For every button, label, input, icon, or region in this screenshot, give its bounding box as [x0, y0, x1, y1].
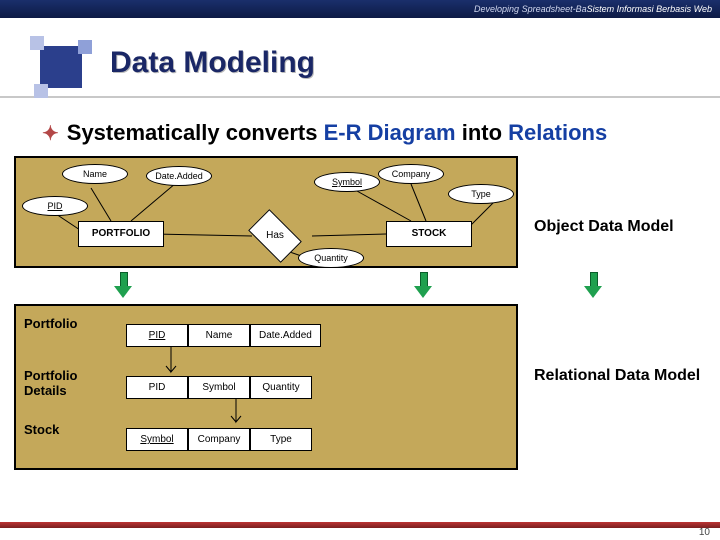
entity-portfolio: PORTFOLIO	[78, 221, 164, 247]
attr-quantity: Quantity	[298, 248, 364, 268]
table-portfolio: PID Name Date.Added	[126, 324, 321, 347]
bullet-er: E-R Diagram	[324, 120, 456, 145]
header-credit: Sistem Informasi Berbasis Web	[587, 4, 712, 14]
col-date-added: Date.Added	[250, 324, 321, 347]
arrow-down-icon	[584, 272, 602, 300]
bullet-rel: Relations	[508, 120, 607, 145]
er-label: Object Data Model	[534, 218, 674, 236]
col-quantity: Quantity	[250, 376, 312, 399]
arrow-down-icon	[414, 272, 432, 300]
bullet-pre: Systematically converts	[67, 120, 324, 145]
table-label-portfolio: Portfolio	[24, 316, 77, 331]
header-ghost: Developing Spreadsheet-Ba	[474, 4, 587, 14]
attr-type: Type	[448, 184, 514, 204]
footer-bar	[0, 522, 720, 528]
relational-label: Relational Data Model	[534, 366, 700, 385]
arrow-down-icon	[114, 272, 132, 300]
table-label-stock: Stock	[24, 422, 59, 437]
bullet-mid: into	[456, 120, 509, 145]
table-label-portfolio-details: Portfolio Details	[24, 368, 77, 398]
col-pid: PID	[126, 324, 188, 347]
attr-date-added: Date.Added	[146, 166, 212, 186]
col-symbol: Symbol	[126, 428, 188, 451]
diagram-zone: Name Date.Added PID Company Symbol Type …	[14, 156, 706, 476]
attr-symbol: Symbol	[314, 172, 380, 192]
attr-company: Company	[378, 164, 444, 184]
attr-pid: PID	[22, 196, 88, 216]
bullet-icon: ✦	[42, 121, 59, 146]
table-stock: Symbol Company Type	[126, 428, 312, 451]
entity-stock: STOCK	[386, 221, 472, 247]
er-diagram-box: Name Date.Added PID Company Symbol Type …	[14, 156, 518, 268]
page-number: 10	[699, 527, 710, 538]
col-pid: PID	[126, 376, 188, 399]
table-portfolio-details: PID Symbol Quantity	[126, 376, 312, 399]
col-company: Company	[188, 428, 250, 451]
header-bar: Developing Spreadsheet-BaSistem Informas…	[0, 0, 720, 18]
attr-name: Name	[62, 164, 128, 184]
bullet-line: ✦ Systematically converts E-R Diagram in…	[42, 120, 720, 146]
title-area: Data Modeling	[0, 18, 720, 98]
col-symbol: Symbol	[188, 376, 250, 399]
relationship-has: Has	[252, 221, 298, 251]
col-type: Type	[250, 428, 312, 451]
slide-title: Data Modeling	[110, 46, 315, 80]
relational-box: Portfolio PID Name Date.Added Portfolio …	[14, 304, 518, 470]
col-name: Name	[188, 324, 250, 347]
